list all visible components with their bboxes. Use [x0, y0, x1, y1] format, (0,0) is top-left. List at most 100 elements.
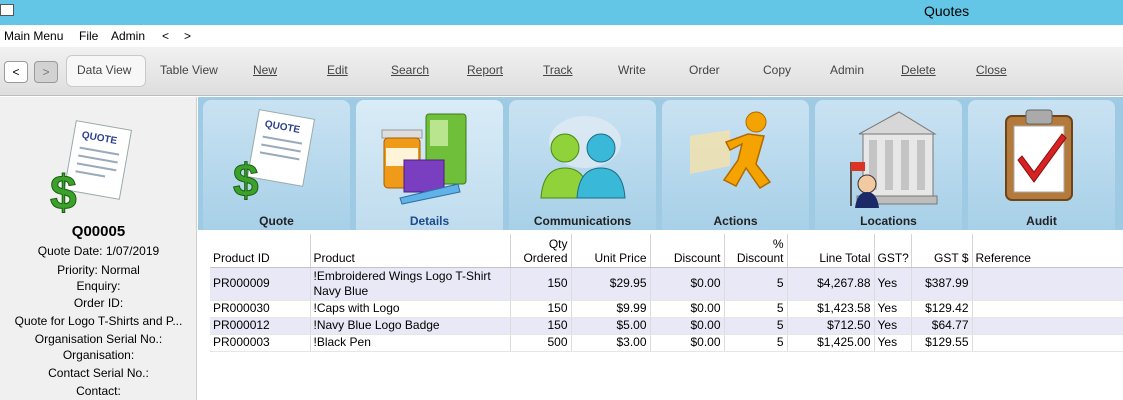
tab-actions[interactable]: Actions — [662, 100, 809, 230]
quote-document-icon: QUOTE $ — [50, 120, 133, 214]
menu-admin[interactable]: Admin — [111, 29, 145, 43]
cell-product: !Embroidered Wings Logo T-Shirt Navy Blu… — [310, 267, 511, 301]
cell-gst: Yes — [874, 300, 912, 318]
tab-actions-label: Actions — [713, 214, 758, 228]
cell-product: !Black Pen — [310, 334, 511, 352]
table-row[interactable]: PR000030 !Caps with Logo 150 $9.99 $0.00… — [210, 300, 1123, 318]
menu-file[interactable]: File — [79, 29, 98, 43]
quote-description: Quote for Logo T-Shirts and P... — [14, 314, 183, 328]
track-button[interactable]: Track — [543, 63, 573, 77]
cell-product: !Caps with Logo — [310, 300, 511, 318]
cell-qty: 150 — [510, 300, 572, 318]
cell-discount: $0.00 — [650, 300, 725, 318]
cell-reference — [972, 267, 1123, 301]
menu-main-menu[interactable]: Main Menu — [4, 29, 63, 43]
cell-product-id: PR000009 — [210, 267, 311, 301]
cell-reference — [972, 334, 1123, 352]
cell-gst-amount: $129.55 — [911, 334, 973, 352]
table-row[interactable]: PR000012 !Navy Blue Logo Badge 150 $5.00… — [210, 317, 1123, 335]
cell-gst: Yes — [874, 267, 912, 301]
cell-line-total: $712.50 — [787, 317, 875, 335]
table-row[interactable]: PR000003 !Black Pen 500 $3.00 $0.00 5 $1… — [210, 334, 1123, 352]
details-grid: Product ID Product Qty Ordered Unit Pric… — [210, 234, 1123, 400]
cell-qty: 500 — [510, 334, 572, 352]
new-button[interactable]: New — [253, 63, 277, 77]
cell-gst: Yes — [874, 317, 912, 335]
quote-date: Quote Date: 1/07/2019 — [37, 244, 160, 258]
tab-audit-label: Audit — [1026, 214, 1057, 228]
copy-button[interactable]: Copy — [763, 63, 791, 77]
cell-percent-discount: 5 — [724, 317, 788, 335]
svg-text:$: $ — [233, 154, 259, 203]
order-button[interactable]: Order — [689, 63, 720, 77]
cell-product-id: PR000003 — [210, 334, 311, 352]
organisation-serial: Organisation Serial No.: — [34, 332, 163, 346]
write-button[interactable]: Write — [618, 63, 646, 77]
cell-percent-discount: 5 — [724, 267, 788, 301]
search-button[interactable]: Search — [391, 63, 429, 77]
running-man-icon — [690, 111, 772, 190]
cell-gst: Yes — [874, 334, 912, 352]
cell-unit-price: $29.95 — [571, 267, 651, 301]
col-gst[interactable]: GST? — [874, 234, 912, 268]
tab-quote-label: Quote — [259, 214, 294, 228]
cell-qty: 150 — [510, 267, 572, 301]
col-unit-price[interactable]: Unit Price — [571, 234, 651, 268]
cell-unit-price: $9.99 — [571, 300, 651, 318]
cell-discount: $0.00 — [650, 267, 725, 301]
report-button[interactable]: Report — [467, 63, 503, 77]
svg-text:$: $ — [50, 167, 77, 214]
data-view-button[interactable]: Data View — [77, 63, 131, 77]
cell-product-id: PR000030 — [210, 300, 311, 318]
cell-gst-amount: $387.99 — [911, 267, 973, 301]
record-sidebar: QUOTE $ Q00005 Quote Date: 1/07/2019 Pri… — [0, 97, 197, 400]
menu-forward[interactable]: > — [184, 29, 191, 43]
cell-gst-amount: $64.77 — [911, 317, 973, 335]
window-title: Quotes — [924, 3, 970, 19]
cell-line-total: $4,267.88 — [787, 267, 875, 301]
table-row[interactable]: PR000009 !Embroidered Wings Logo T-Shirt… — [210, 267, 1123, 301]
cell-product-id: PR000012 — [210, 317, 311, 335]
quote-document-icon: QUOTE $ — [233, 109, 316, 203]
cell-reference — [972, 300, 1123, 318]
delete-button[interactable]: Delete — [901, 63, 936, 77]
close-button[interactable]: Close — [976, 63, 1007, 77]
toolbar: < > Data View Table View New Edit Search… — [0, 47, 1123, 96]
table-view-button[interactable]: Table View — [160, 63, 218, 77]
cell-unit-price: $5.00 — [571, 317, 651, 335]
admin-button[interactable]: Admin — [830, 63, 864, 77]
cell-discount: $0.00 — [650, 317, 725, 335]
tab-details[interactable]: Details — [356, 100, 503, 230]
menu-bar: Main Menu File Admin < > — [0, 25, 1123, 47]
menu-back[interactable]: < — [162, 29, 169, 43]
enquiry: Enquiry: — [76, 279, 121, 293]
products-icon — [381, 113, 467, 205]
tab-communications-label: Communications — [533, 214, 632, 228]
tab-audit[interactable]: Audit — [968, 100, 1115, 230]
cell-reference — [972, 317, 1123, 335]
contact: Contact: — [76, 384, 121, 398]
col-discount[interactable]: Discount — [650, 234, 725, 268]
col-product[interactable]: Product — [310, 234, 511, 268]
back-button[interactable]: < — [4, 61, 28, 83]
col-gst-amount[interactable]: GST $ — [911, 234, 973, 268]
tab-locations-label: Locations — [860, 214, 917, 228]
details-table: Product ID Product Qty Ordered Unit Pric… — [210, 234, 1123, 352]
table-header-row: Product ID Product Qty Ordered Unit Pric… — [210, 234, 1123, 268]
col-qty-ordered[interactable]: Qty Ordered — [510, 234, 572, 268]
clipboard-check-icon — [1005, 109, 1073, 201]
col-product-id[interactable]: Product ID — [210, 234, 311, 268]
edit-button[interactable]: Edit — [327, 63, 348, 77]
app-icon — [0, 4, 14, 16]
col-percent-discount[interactable]: % Discount — [724, 234, 788, 268]
tab-communications[interactable]: Communications — [509, 100, 656, 230]
forward-button[interactable]: > — [34, 61, 58, 83]
tab-quote[interactable]: QUOTE $ Quote — [203, 100, 350, 230]
col-reference[interactable]: Reference — [972, 234, 1123, 268]
organisation: Organisation: — [62, 348, 135, 362]
tab-locations[interactable]: Locations — [815, 100, 962, 230]
col-line-total[interactable]: Line Total — [787, 234, 875, 268]
cell-product: !Navy Blue Logo Badge — [310, 317, 511, 335]
contact-serial: Contact Serial No.: — [48, 366, 149, 380]
quote-id: Q00005 — [71, 223, 126, 240]
